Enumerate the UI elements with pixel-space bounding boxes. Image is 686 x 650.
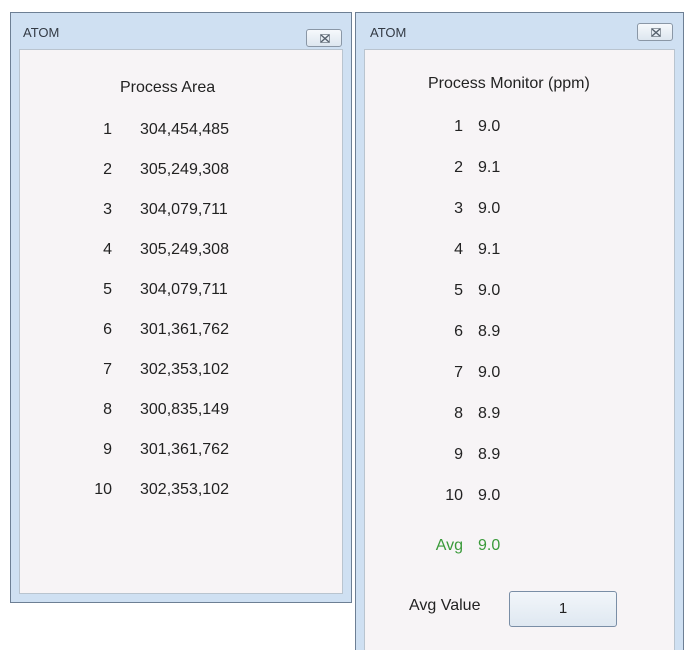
row-value: 8.9 — [478, 323, 501, 340]
row-index: 5 — [454, 282, 463, 299]
window-title: ATOM — [370, 25, 407, 40]
title-bar[interactable]: ATOM — [356, 13, 683, 49]
avg-value: 9.0 — [478, 537, 501, 554]
row-value: 304,079,711 — [140, 201, 228, 218]
close-button[interactable] — [637, 23, 673, 41]
window-title: ATOM — [23, 25, 60, 40]
row-value: 9.0 — [478, 282, 501, 299]
row-index: 2 — [454, 159, 463, 176]
row-value: 300,835,149 — [140, 401, 229, 418]
row-value: 304,454,485 — [140, 121, 229, 138]
row-index: 3 — [454, 200, 463, 217]
row-value: 305,249,308 — [140, 161, 229, 178]
process-monitor-panel: Process Monitor (ppm) 1 9.0 2 9.1 3 9.0 … — [364, 49, 675, 650]
panel-heading: Process Monitor (ppm) — [428, 75, 590, 92]
row-value: 302,353,102 — [140, 361, 229, 378]
row-index: 1 — [103, 121, 112, 138]
row-index: 9 — [103, 441, 112, 458]
avg-value-label: Avg Value — [409, 597, 481, 614]
row-index: 10 — [94, 481, 112, 498]
row-index: 5 — [103, 281, 112, 298]
row-index: 4 — [454, 241, 463, 258]
row-index: 10 — [445, 487, 463, 504]
row-value: 8.9 — [478, 405, 501, 422]
process-area-window: ATOM Process Area 1 304,454,485 2 305,24… — [10, 12, 352, 603]
row-value: 9.0 — [478, 200, 501, 217]
close-icon — [651, 28, 661, 37]
close-button[interactable] — [306, 29, 342, 47]
row-value: 9.0 — [478, 364, 501, 381]
row-index: 8 — [103, 401, 112, 418]
row-index: 2 — [103, 161, 112, 178]
row-value: 302,353,102 — [140, 481, 229, 498]
row-value: 9.0 — [478, 118, 501, 135]
row-index: 6 — [454, 323, 463, 340]
row-index: 6 — [103, 321, 112, 338]
row-value: 8.9 — [478, 446, 501, 463]
row-value: 301,361,762 — [140, 441, 229, 458]
row-index: 4 — [103, 241, 112, 258]
row-index: 9 — [454, 446, 463, 463]
row-index: 3 — [103, 201, 112, 218]
row-index: 1 — [454, 118, 463, 135]
avg-label: Avg — [435, 537, 463, 554]
row-value: 9.1 — [478, 241, 501, 258]
row-value: 9.1 — [478, 159, 501, 176]
panel-heading: Process Area — [120, 79, 216, 96]
row-value: 301,361,762 — [140, 321, 229, 338]
title-bar[interactable]: ATOM — [11, 13, 351, 49]
process-area-panel: Process Area 1 304,454,485 2 305,249,308… — [19, 49, 343, 594]
row-value: 305,249,308 — [140, 241, 229, 258]
avg-value-button[interactable]: 1 — [509, 591, 617, 627]
close-icon — [320, 34, 330, 43]
row-index: 7 — [454, 364, 463, 381]
row-index: 8 — [454, 405, 463, 422]
row-value: 9.0 — [478, 487, 501, 504]
row-index: 7 — [103, 361, 112, 378]
row-value: 304,079,711 — [140, 281, 228, 298]
process-monitor-window: ATOM Process Monitor (ppm) 1 9.0 2 9.1 3… — [355, 12, 684, 650]
